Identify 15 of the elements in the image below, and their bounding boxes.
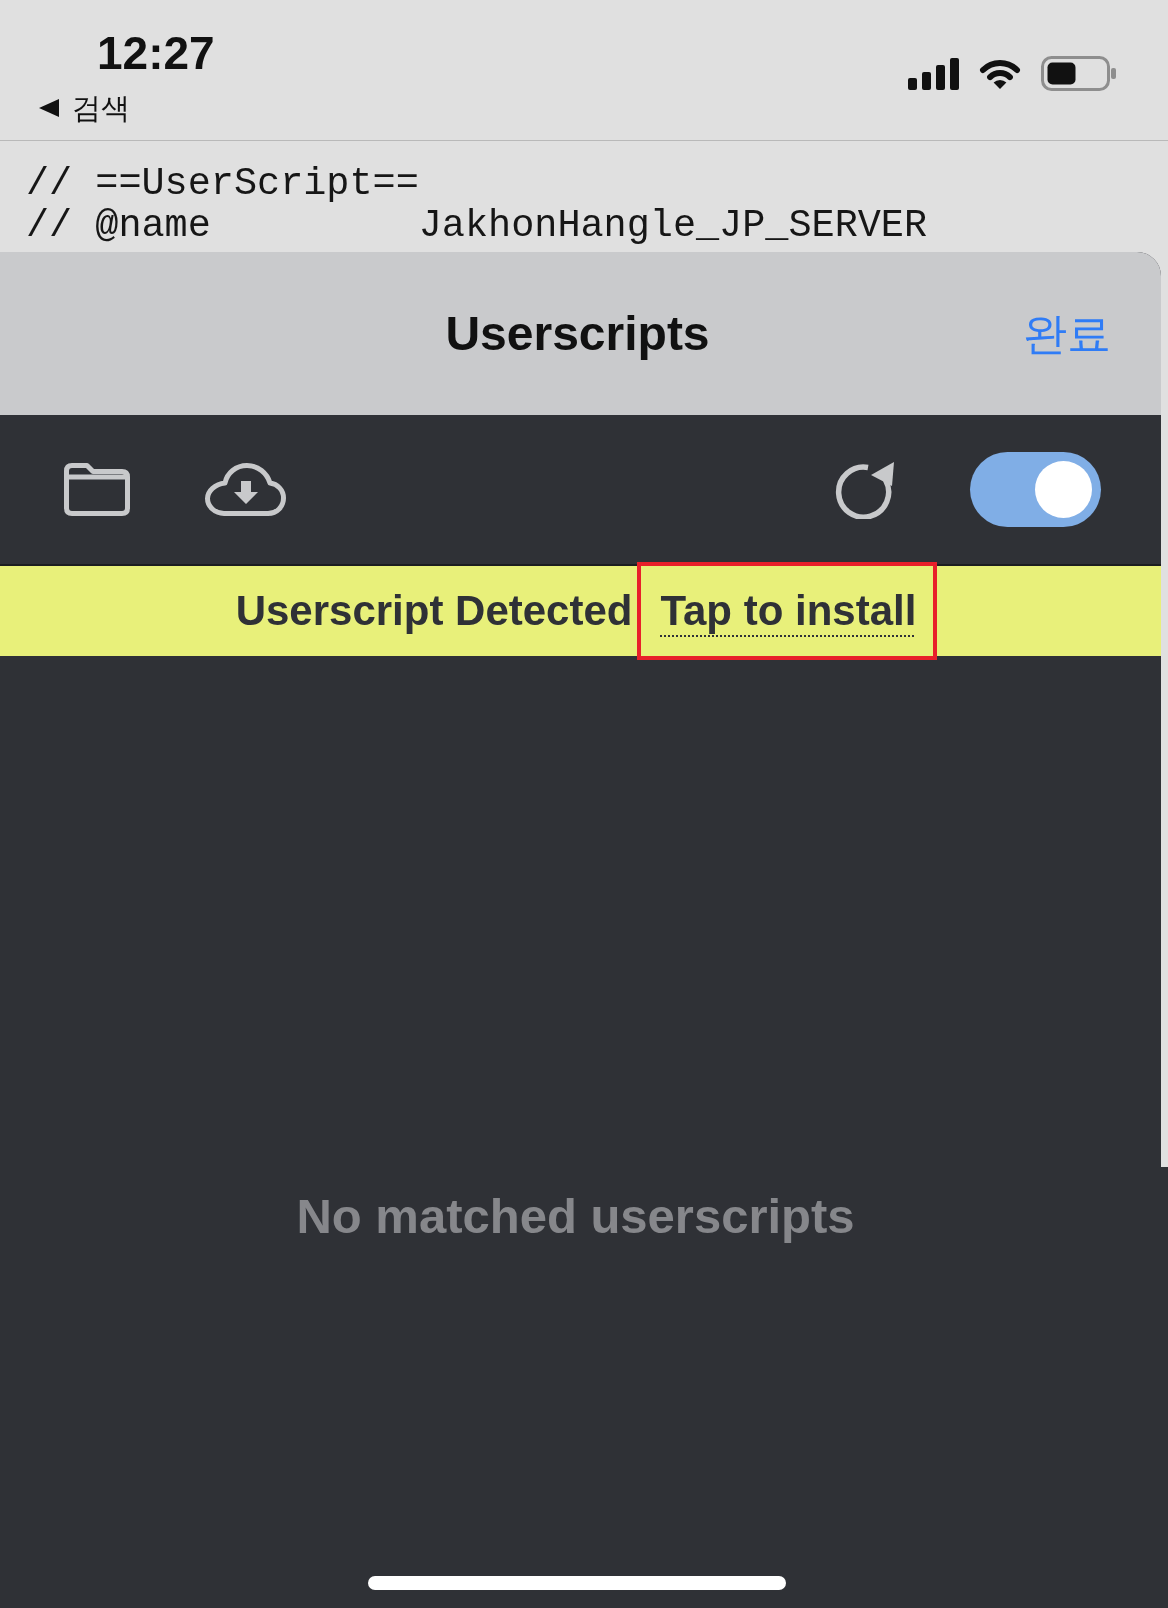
refresh-icon[interactable] (834, 460, 895, 519)
battery-icon (1041, 56, 1116, 91)
banner-message: Userscript Detected (235, 587, 633, 635)
signal-icon (908, 57, 959, 90)
cloud-download-icon[interactable] (205, 463, 286, 516)
clock-time: 12:27 (97, 30, 215, 76)
sheet-title: Userscripts (445, 306, 710, 361)
code-line: // ==UserScript== (26, 163, 419, 205)
back-button[interactable]: 검색 (39, 92, 130, 124)
folder-icon[interactable] (64, 463, 130, 516)
code-line: // @name JakhonHangle_JP_SERVER (26, 205, 928, 247)
back-arrow-icon (39, 99, 59, 117)
empty-state-message: No matched userscripts (296, 1188, 855, 1244)
wifi-icon (977, 57, 1023, 90)
install-link[interactable]: Tap to install (637, 562, 938, 660)
